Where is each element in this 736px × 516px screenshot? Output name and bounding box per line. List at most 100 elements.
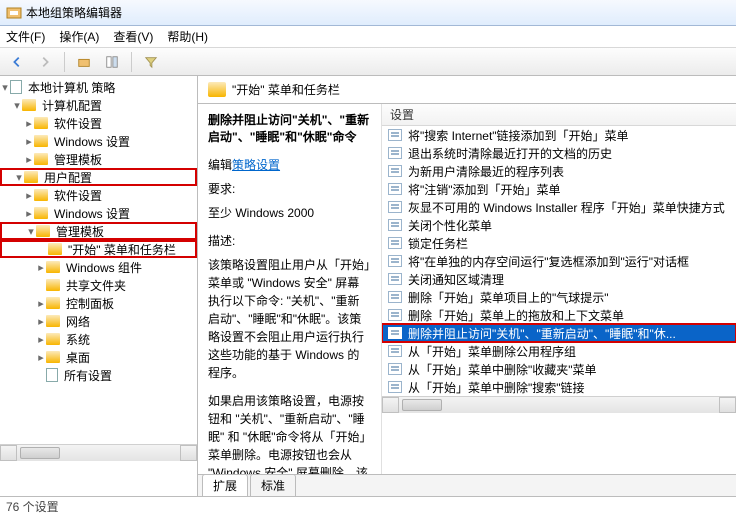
- folder-icon: [46, 261, 60, 273]
- window-title: 本地组策略编辑器: [26, 4, 122, 21]
- policy-item-icon: [388, 147, 402, 159]
- menu-action[interactable]: 操作(A): [59, 28, 99, 45]
- edit-policy-link[interactable]: 策略设置: [232, 158, 280, 172]
- policy-icon: [10, 80, 22, 94]
- scroll-right-arrow[interactable]: [180, 445, 197, 461]
- requirements-label: 要求:: [208, 180, 371, 198]
- view-tabs: 扩展 标准: [198, 474, 736, 496]
- policy-item-icon: [388, 345, 402, 357]
- policy-item-icon: [388, 183, 402, 195]
- folder-icon: [46, 297, 60, 309]
- settings-row-label: 将"搜索 Internet"链接添加到「开始」菜单: [408, 127, 629, 144]
- forward-button[interactable]: [34, 51, 56, 73]
- tree-start-menu[interactable]: "开始" 菜单和任务栏: [0, 240, 197, 258]
- column-header-setting[interactable]: 设置: [382, 104, 736, 126]
- tree-uc-admin[interactable]: ▾管理模板: [0, 222, 197, 240]
- description-text-1: 该策略设置阻止用户从「开始」菜单或 "Windows 安全" 屏幕执行以下命令:…: [208, 256, 371, 382]
- folder-icon: [34, 135, 48, 147]
- show-tree-button[interactable]: [101, 51, 123, 73]
- tree-computer-config[interactable]: ▾计算机配置: [0, 96, 197, 114]
- folder-icon: [36, 225, 50, 237]
- settings-list[interactable]: 设置 将"搜索 Internet"链接添加到「开始」菜单退出系统时清除最近打开的…: [382, 104, 736, 474]
- scroll-thumb[interactable]: [402, 399, 442, 411]
- status-bar: 76 个设置: [0, 496, 736, 516]
- up-button[interactable]: [73, 51, 95, 73]
- settings-row-label: 退出系统时清除最近打开的文档的历史: [408, 145, 612, 162]
- tree-uc-software[interactable]: ▸软件设置: [0, 186, 197, 204]
- app-icon: [6, 5, 22, 21]
- menu-help[interactable]: 帮助(H): [167, 28, 208, 45]
- tree-root[interactable]: ▾本地计算机 策略: [0, 78, 197, 96]
- description-pane: 删除并阻止访问"关机"、"重新启动"、"睡眠"和"休眠"命令 编辑策略设置 要求…: [198, 104, 382, 474]
- tree-cc-admin[interactable]: ▸管理模板: [0, 150, 197, 168]
- tree-uc-windows[interactable]: ▸Windows 设置: [0, 204, 197, 222]
- settings-row-label: 关闭通知区域清理: [408, 271, 504, 288]
- tab-extended[interactable]: 扩展: [202, 474, 248, 496]
- settings-row[interactable]: 从「开始」菜单中删除"收藏夹"菜单: [382, 360, 736, 378]
- policy-item-icon: [388, 129, 402, 141]
- policy-item-icon: [388, 309, 402, 321]
- settings-row[interactable]: 从「开始」菜单中删除"搜索"链接: [382, 378, 736, 396]
- scroll-right-arrow[interactable]: [719, 397, 736, 413]
- tree-all-settings[interactable]: 所有设置: [0, 366, 197, 384]
- tree-shared-folders[interactable]: 共享文件夹: [0, 276, 197, 294]
- settings-row-label: 从「开始」菜单中删除"收藏夹"菜单: [408, 361, 597, 378]
- settings-row[interactable]: 将"在单独的内存空间运行"复选框添加到"运行"对话框: [382, 252, 736, 270]
- folder-icon: [34, 117, 48, 129]
- menu-view[interactable]: 查看(V): [113, 28, 153, 45]
- tree-network[interactable]: ▸网络: [0, 312, 197, 330]
- policy-item-icon: [388, 219, 402, 231]
- settings-row-label: 为新用户清除最近的程序列表: [408, 163, 564, 180]
- titlebar: 本地组策略编辑器: [0, 0, 736, 26]
- settings-row[interactable]: 从「开始」菜单删除公用程序组: [382, 342, 736, 360]
- content: ▾本地计算机 策略 ▾计算机配置 ▸软件设置 ▸Windows 设置 ▸管理模板…: [0, 76, 736, 496]
- tree-desktop[interactable]: ▸桌面: [0, 348, 197, 366]
- settings-row-label: 删除并阻止访问"关机"、"重新启动"、"睡眠"和"休...: [408, 325, 676, 342]
- tree-cc-windows[interactable]: ▸Windows 设置: [0, 132, 197, 150]
- folder-icon: [34, 189, 48, 201]
- settings-row-label: 灰显不可用的 Windows Installer 程序「开始」菜单快捷方式: [408, 199, 725, 216]
- settings-icon: [46, 368, 58, 382]
- list-hscrollbar[interactable]: [382, 396, 736, 413]
- policy-item-icon: [388, 237, 402, 249]
- settings-row[interactable]: 将"注销"添加到「开始」菜单: [382, 180, 736, 198]
- settings-row[interactable]: 锁定任务栏: [382, 234, 736, 252]
- settings-row[interactable]: 删除「开始」菜单项目上的"气球提示": [382, 288, 736, 306]
- folder-icon: [24, 171, 38, 183]
- policy-item-icon: [388, 291, 402, 303]
- settings-row-label: 将"在单独的内存空间运行"复选框添加到"运行"对话框: [408, 253, 689, 270]
- description-text-2: 如果启用该策略设置，电源按钮和 "关机"、"重新启动"、"睡眠" 和 "休眠"命…: [208, 392, 371, 474]
- filter-button[interactable]: [140, 51, 162, 73]
- settings-row[interactable]: 关闭通知区域清理: [382, 270, 736, 288]
- settings-row[interactable]: 删除并阻止访问"关机"、"重新启动"、"睡眠"和"休...: [382, 324, 736, 342]
- tree-user-config[interactable]: ▾用户配置: [0, 168, 197, 186]
- tree-windows-components[interactable]: ▸Windows 组件: [0, 258, 197, 276]
- settings-row-label: 将"注销"添加到「开始」菜单: [408, 181, 561, 198]
- settings-row[interactable]: 为新用户清除最近的程序列表: [382, 162, 736, 180]
- tree-hscrollbar[interactable]: [0, 444, 197, 461]
- settings-row[interactable]: 关闭个性化菜单: [382, 216, 736, 234]
- folder-icon: [46, 351, 60, 363]
- scroll-left-arrow[interactable]: [0, 445, 17, 461]
- policy-item-icon: [388, 363, 402, 375]
- settings-row-label: 锁定任务栏: [408, 235, 468, 252]
- right-pane: "开始" 菜单和任务栏 删除并阻止访问"关机"、"重新启动"、"睡眠"和"休眠"…: [198, 76, 736, 496]
- settings-row-label: 删除「开始」菜单项目上的"气球提示": [408, 289, 609, 306]
- folder-icon: [46, 315, 60, 327]
- tree-system[interactable]: ▸系统: [0, 330, 197, 348]
- tree-pane[interactable]: ▾本地计算机 策略 ▾计算机配置 ▸软件设置 ▸Windows 设置 ▸管理模板…: [0, 76, 198, 496]
- settings-row[interactable]: 将"搜索 Internet"链接添加到「开始」菜单: [382, 126, 736, 144]
- folder-icon: [34, 207, 48, 219]
- scroll-left-arrow[interactable]: [382, 397, 399, 413]
- back-button[interactable]: [6, 51, 28, 73]
- settings-row[interactable]: 退出系统时清除最近打开的文档的历史: [382, 144, 736, 162]
- policy-item-icon: [388, 255, 402, 267]
- settings-row[interactable]: 删除「开始」菜单上的拖放和上下文菜单: [382, 306, 736, 324]
- settings-row-label: 关闭个性化菜单: [408, 217, 492, 234]
- tree-cc-software[interactable]: ▸软件设置: [0, 114, 197, 132]
- settings-row[interactable]: 灰显不可用的 Windows Installer 程序「开始」菜单快捷方式: [382, 198, 736, 216]
- scroll-thumb[interactable]: [20, 447, 60, 459]
- tab-standard[interactable]: 标准: [250, 474, 296, 496]
- menu-file[interactable]: 文件(F): [6, 28, 45, 45]
- tree-control-panel[interactable]: ▸控制面板: [0, 294, 197, 312]
